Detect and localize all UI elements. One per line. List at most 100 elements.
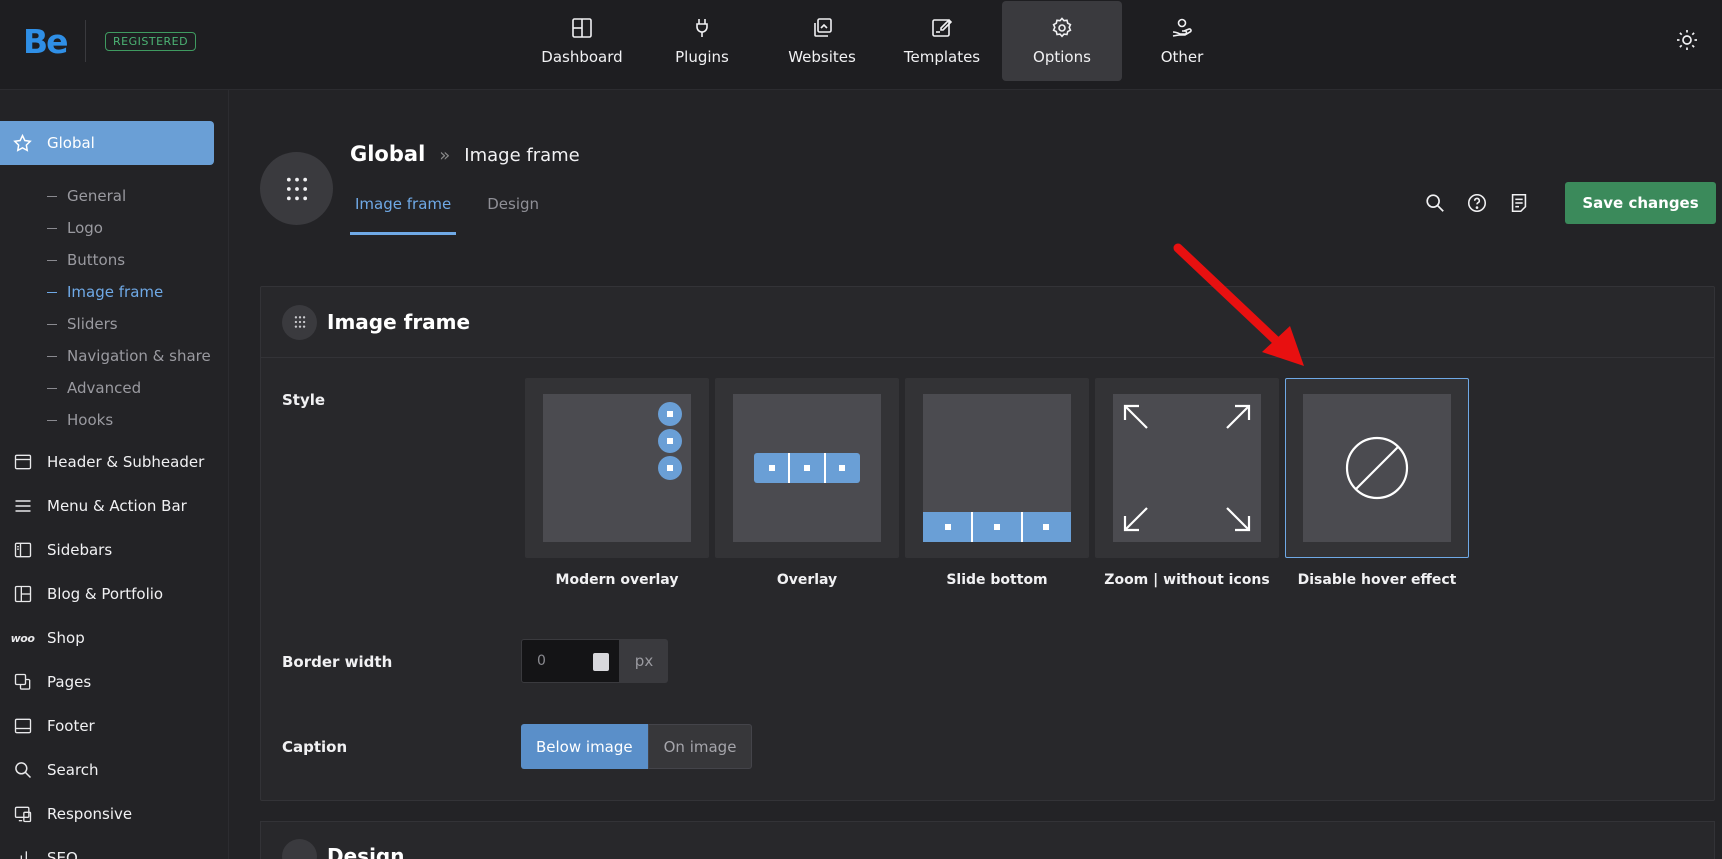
- style-overlay-label: Overlay: [776, 572, 838, 588]
- sidebar-item-pages-label: Pages: [47, 673, 92, 691]
- image-frame-card: Image frame Style Modern overlay Overlay…: [260, 286, 1715, 801]
- nav-plugins[interactable]: Plugins: [642, 1, 762, 81]
- sidebar-item-menu-label: Menu & Action Bar: [47, 497, 187, 515]
- subnav-sliders-label: Sliders: [67, 315, 118, 333]
- nav-dashboard[interactable]: Dashboard: [522, 1, 642, 81]
- style-modern-overlay-box[interactable]: [525, 378, 709, 558]
- nav-websites-label: Websites: [788, 48, 856, 66]
- sidebar-item-seo[interactable]: SEO: [0, 836, 204, 859]
- sidebar-sections: Header & Subheader Menu & Action Bar Sid…: [0, 440, 204, 859]
- plug-icon: [696, 19, 708, 37]
- style-overlay[interactable]: Overlay: [715, 378, 899, 588]
- subnav-sliders[interactable]: Sliders: [47, 308, 211, 340]
- nav-plugins-label: Plugins: [675, 48, 729, 66]
- nav-other[interactable]: Other: [1122, 1, 1242, 81]
- subnav-hooks[interactable]: Hooks: [47, 404, 211, 436]
- style-disable-hover-box[interactable]: [1285, 378, 1469, 558]
- subnav-logo[interactable]: Logo: [47, 212, 211, 244]
- layout-icon: [14, 585, 31, 603]
- style-modern-overlay[interactable]: Modern overlay: [525, 378, 709, 588]
- border-width-unit: px: [620, 639, 668, 683]
- dash: [47, 227, 57, 229]
- border-width-input[interactable]: 0: [521, 639, 620, 683]
- templates-icon: [932, 18, 953, 37]
- nav-websites[interactable]: Websites: [762, 1, 882, 81]
- style-zoom-without-icons[interactable]: Zoom | without icons: [1095, 378, 1279, 588]
- sidebar-item-sidebars[interactable]: Sidebars: [0, 528, 204, 572]
- sidebar: Global General Logo Buttons Image frame …: [0, 90, 229, 859]
- sidebar-item-responsive[interactable]: Responsive: [0, 792, 204, 836]
- style-disable-hover[interactable]: Disable hover effect: [1285, 378, 1469, 588]
- dash: [47, 259, 57, 261]
- help-icon[interactable]: [1466, 192, 1488, 214]
- tab-design[interactable]: Design: [482, 190, 544, 235]
- sidebar-item-footer-label: Footer: [47, 717, 95, 735]
- breadcrumb-main[interactable]: Global: [350, 142, 425, 166]
- style-options: Modern overlay Overlay Slide bottom Zoom…: [525, 378, 1469, 588]
- sidebar-item-global-label: Global: [47, 134, 95, 152]
- style-slide-bottom-label: Slide bottom: [946, 572, 1048, 588]
- border-width-control: 0 px: [521, 639, 668, 683]
- caption-below-image-button[interactable]: Below image: [521, 724, 648, 769]
- style-slide-bottom[interactable]: Slide bottom: [905, 378, 1089, 588]
- subnav-image-frame[interactable]: Image frame: [47, 276, 211, 308]
- star-icon: [13, 133, 32, 152]
- style-modern-overlay-label: Modern overlay: [555, 572, 679, 588]
- border-width-label: Border width: [282, 653, 393, 671]
- subnav-general-label: General: [67, 187, 127, 205]
- caption-label: Caption: [282, 738, 348, 756]
- sidebar-item-blog-label: Blog & Portfolio: [47, 585, 164, 603]
- dash: [47, 419, 57, 421]
- nav-other-label: Other: [1160, 48, 1204, 66]
- logo-divider: [85, 20, 86, 62]
- sidebar-item-shop[interactable]: woo Shop: [0, 616, 204, 660]
- sidebar-item-header-label: Header & Subheader: [47, 453, 205, 471]
- sidebar-item-footer[interactable]: Footer: [0, 704, 204, 748]
- style-slide-bottom-box[interactable]: [905, 378, 1089, 558]
- border-width-value: 0: [537, 653, 546, 669]
- style-overlay-box[interactable]: [715, 378, 899, 558]
- subnav-buttons[interactable]: Buttons: [47, 244, 211, 276]
- style-zoom-box[interactable]: [1095, 378, 1279, 558]
- sidebar-item-blog[interactable]: Blog & Portfolio: [0, 572, 204, 616]
- style-label: Style: [282, 391, 326, 409]
- subnav-advanced-label: Advanced: [67, 379, 142, 397]
- page-grid-icon: [260, 152, 333, 225]
- sidebar-item-global[interactable]: Global: [0, 121, 214, 165]
- be-logo[interactable]: Be: [23, 22, 69, 61]
- number-spinner[interactable]: [593, 653, 609, 671]
- subnav-image-frame-label: Image frame: [67, 283, 164, 301]
- subnav-advanced[interactable]: Advanced: [47, 372, 211, 404]
- breadcrumb: Global » Image frame: [350, 142, 580, 166]
- tab-image-frame[interactable]: Image frame: [350, 190, 457, 235]
- design-card-title: Design: [327, 844, 405, 859]
- subnav-general[interactable]: General: [47, 180, 211, 212]
- sidebar-item-search[interactable]: Search: [0, 748, 204, 792]
- sidebar-item-search-label: Search: [47, 761, 99, 779]
- breadcrumb-separator: »: [439, 145, 451, 166]
- subnav-navigation-share[interactable]: Navigation & share: [47, 340, 211, 372]
- sidebar-item-header[interactable]: Header & Subheader: [0, 440, 204, 484]
- sidebar-item-pages[interactable]: Pages: [0, 660, 204, 704]
- global-subnav: General Logo Buttons Image frame Sliders…: [47, 180, 211, 436]
- registered-badge: REGISTERED: [105, 32, 197, 51]
- slide-bottom-thumbnail: [923, 394, 1071, 542]
- woo-icon: woo: [10, 631, 35, 645]
- caption-toggle: Below image On image: [521, 724, 753, 769]
- save-changes-button[interactable]: Save changes: [1565, 182, 1716, 224]
- nav-templates-label: Templates: [903, 48, 981, 66]
- search-icon[interactable]: [1424, 192, 1446, 214]
- sidebar-item-menu[interactable]: Menu & Action Bar: [0, 484, 204, 528]
- sun-icon[interactable]: [1675, 28, 1699, 52]
- nav-templates[interactable]: Templates: [882, 1, 1002, 81]
- dash: [47, 195, 57, 197]
- footer-icon: [14, 718, 31, 734]
- dash: [47, 355, 57, 357]
- notes-icon[interactable]: [1508, 192, 1530, 214]
- search-icon: [14, 762, 31, 779]
- caption-on-image-button[interactable]: On image: [647, 724, 753, 769]
- header-icon: [14, 454, 31, 470]
- header-tools: [1424, 192, 1530, 214]
- subnav-logo-label: Logo: [67, 219, 103, 237]
- nav-options[interactable]: Options: [1002, 1, 1122, 81]
